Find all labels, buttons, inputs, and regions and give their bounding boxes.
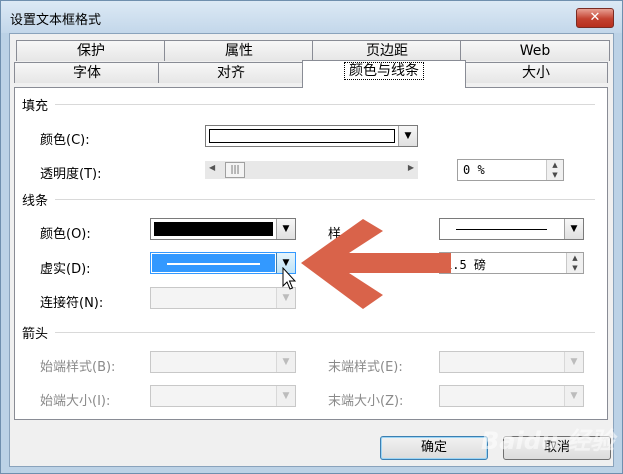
tab-margins[interactable]: 页边距 xyxy=(312,40,462,61)
fill-color-label: 颜色(C): xyxy=(40,133,90,148)
line-color-swatch xyxy=(154,222,273,236)
begin-size-dropdown[interactable]: ▼ xyxy=(150,385,296,407)
divider xyxy=(55,104,595,105)
begin-style-dropdown[interactable]: ▼ xyxy=(150,351,296,373)
chevron-down-icon[interactable]: ▼ xyxy=(276,288,295,308)
chevron-down-icon[interactable]: ▼ xyxy=(276,219,295,239)
dash-dropdown[interactable]: ▼ xyxy=(150,252,296,274)
line-style-preview xyxy=(456,229,547,230)
transparency-label: 透明度(T): xyxy=(40,167,102,182)
dash-label: 虚实(D): xyxy=(40,262,91,277)
transparency-value[interactable]: 0 % xyxy=(463,163,485,177)
chevron-left-icon[interactable]: ◀ xyxy=(209,163,215,172)
chevron-down-icon[interactable]: ▼ xyxy=(276,386,295,406)
tab-label: 页边距 xyxy=(366,43,408,59)
tab-label: Web xyxy=(519,43,551,59)
line-color-dropdown[interactable]: ▼ xyxy=(150,218,296,240)
chevron-down-icon[interactable]: ▼ xyxy=(398,126,417,146)
line-weight-spinner[interactable]: 1.5 磅 ▲ ▼ xyxy=(439,252,584,274)
tab-label: 属性 xyxy=(225,43,253,59)
tab-web[interactable]: Web xyxy=(460,40,610,61)
tab-size[interactable]: 大小 xyxy=(464,62,608,83)
end-size-label: 末端大小(Z): xyxy=(328,394,404,409)
tab-label: 对齐 xyxy=(217,65,245,81)
dialog-window: 设置文本框格式 ✕ 保护 属性 页边距 Web 字体 对齐 颜色与线条 大小 填… xyxy=(0,0,623,474)
window-title: 设置文本框格式 xyxy=(10,13,102,28)
fill-group-label: 填充 xyxy=(22,99,49,114)
divider xyxy=(55,199,595,200)
tab-label: 字体 xyxy=(73,65,101,81)
connector-label: 连接符(N): xyxy=(40,296,104,311)
spin-up-icon[interactable]: ▲ xyxy=(547,160,563,170)
tab-alignment[interactable]: 对齐 xyxy=(158,62,304,83)
spin-up-icon[interactable]: ▲ xyxy=(567,253,583,263)
begin-size-label: 始端大小(I): xyxy=(40,394,111,409)
chevron-down-icon[interactable]: ▼ xyxy=(276,352,295,372)
fill-color-swatch xyxy=(209,129,395,143)
connector-dropdown[interactable]: ▼ xyxy=(150,287,296,309)
tab-colors-lines[interactable]: 颜色与线条 xyxy=(302,60,466,88)
line-group-label: 线条 xyxy=(22,194,49,209)
chevron-down-icon[interactable]: ▼ xyxy=(564,386,583,406)
spinner-buttons: ▲ ▼ xyxy=(566,253,583,273)
ok-button[interactable]: 确定 xyxy=(380,436,488,460)
line-color-label: 颜色(O): xyxy=(40,227,91,242)
tab-font[interactable]: 字体 xyxy=(14,62,160,83)
dash-selected-item xyxy=(152,254,275,272)
end-size-dropdown[interactable]: ▼ xyxy=(439,385,584,407)
transparency-spinner[interactable]: 0 % ▲ ▼ xyxy=(457,159,564,181)
slider-thumb[interactable]: ||| xyxy=(225,162,245,178)
transparency-slider[interactable]: ◀ ||| ▶ xyxy=(205,161,418,179)
chevron-right-icon[interactable]: ▶ xyxy=(408,163,414,172)
divider xyxy=(55,332,595,333)
end-style-label: 末端样式(E): xyxy=(328,360,403,375)
spin-down-icon[interactable]: ▼ xyxy=(547,170,563,180)
dash-preview xyxy=(167,263,260,265)
close-button[interactable]: ✕ xyxy=(576,8,614,28)
spin-down-icon[interactable]: ▼ xyxy=(567,263,583,273)
chevron-down-icon[interactable]: ▼ xyxy=(564,352,583,372)
spinner-buttons: ▲ ▼ xyxy=(546,160,563,180)
line-style-dropdown[interactable]: ▼ xyxy=(439,218,584,240)
annotation-arrow-icon xyxy=(301,219,451,309)
tab-label: 保护 xyxy=(77,43,105,59)
end-style-dropdown[interactable]: ▼ xyxy=(439,351,584,373)
tab-label: 颜色与线条 xyxy=(344,62,424,80)
baidu-watermark-logo: Baidu 经验 xyxy=(481,427,615,455)
tab-properties[interactable]: 属性 xyxy=(164,40,314,61)
chevron-down-icon[interactable]: ▼ xyxy=(564,219,583,239)
tab-label: 大小 xyxy=(522,65,550,81)
tab-protect[interactable]: 保护 xyxy=(16,40,166,61)
mouse-cursor-icon xyxy=(282,267,296,290)
fill-color-dropdown[interactable]: ▼ xyxy=(205,125,418,147)
arrows-group-label: 箭头 xyxy=(22,327,49,342)
begin-style-label: 始端样式(B): xyxy=(40,360,116,375)
title-bar[interactable]: 设置文本框格式 ✕ xyxy=(1,1,622,33)
